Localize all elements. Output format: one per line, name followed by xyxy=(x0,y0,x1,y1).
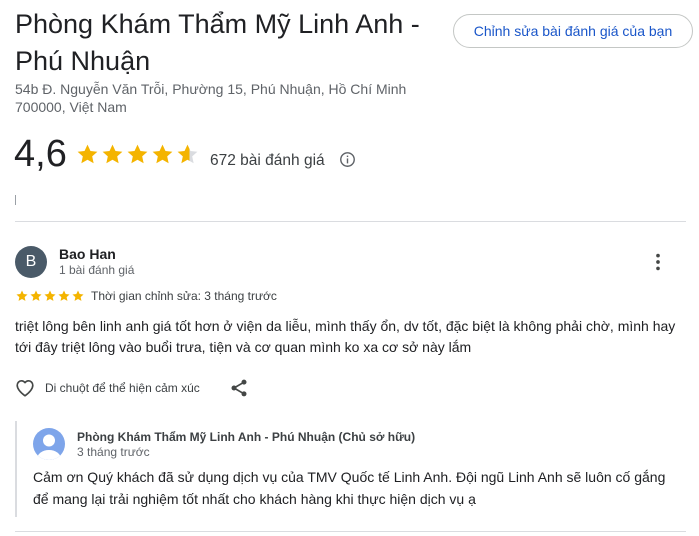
more-vert-icon[interactable] xyxy=(647,251,669,273)
review-stars xyxy=(15,289,85,303)
edit-review-button[interactable]: Chỉnh sửa bài đánh giá của bạn xyxy=(453,14,693,48)
react-hint-label: Di chuột để thể hiện cảm xúc xyxy=(45,381,200,395)
star-icon xyxy=(30,290,42,301)
share-icon[interactable] xyxy=(229,378,249,398)
person-avatar-icon xyxy=(33,428,65,460)
review-text: triệt lông bên linh anh giá tốt hơn ở vi… xyxy=(15,318,676,355)
histogram-stub xyxy=(15,195,16,205)
bottom-divider xyxy=(15,531,686,532)
star-icon xyxy=(44,290,56,301)
star-icon xyxy=(177,144,198,164)
owner-reply-author: Phòng Khám Thẩm Mỹ Linh Anh - Phú Nhuận … xyxy=(77,430,416,444)
star-icon xyxy=(127,144,148,164)
reviewer-review-count: 1 bài đánh giá xyxy=(59,263,135,277)
rating-value: 4,6 xyxy=(14,133,67,175)
star-icon xyxy=(152,144,173,164)
heart-outline-icon[interactable] xyxy=(14,377,36,399)
reviewer-name[interactable]: Bao Han xyxy=(59,246,116,262)
section-divider xyxy=(15,221,686,222)
info-icon[interactable] xyxy=(339,151,356,168)
star-icon xyxy=(102,144,123,164)
rating-stars xyxy=(75,142,200,172)
star-icon xyxy=(77,144,98,164)
star-icon xyxy=(16,290,28,301)
review-count[interactable]: 672 bài đánh giá xyxy=(210,152,325,170)
reply-indent-line xyxy=(15,421,17,517)
reviewer-avatar[interactable]: B xyxy=(15,246,47,278)
star-icon xyxy=(58,290,70,301)
star-icon xyxy=(72,290,84,301)
place-title: Phòng Khám Thẩm Mỹ Linh Anh - Phú Nhuận xyxy=(15,9,420,76)
place-address: 54b Đ. Nguyễn Văn Trỗi, Phường 15, Phú N… xyxy=(15,81,407,115)
owner-reply-time: 3 tháng trước xyxy=(77,445,150,459)
review-edited-time: Thời gian chỉnh sửa: 3 tháng trước xyxy=(91,289,277,303)
owner-reply-text: Cảm ơn Quý khách đã sử dụng dịch vụ của … xyxy=(33,469,666,507)
